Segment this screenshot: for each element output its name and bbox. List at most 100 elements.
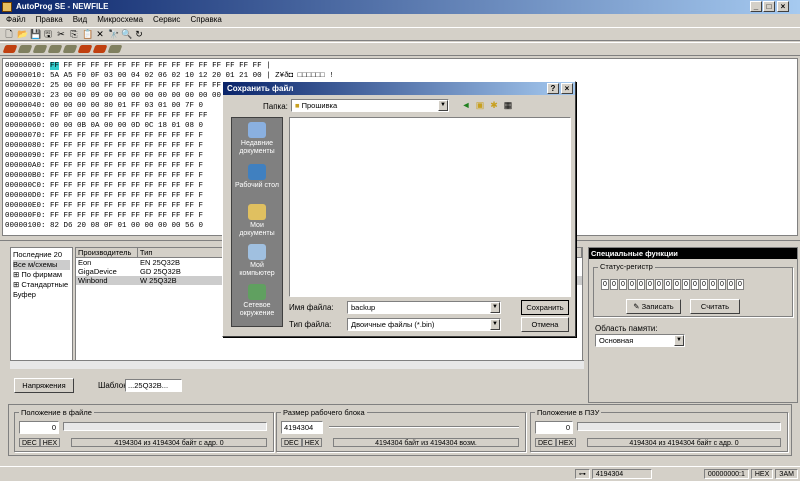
hex-bytes[interactable]: FF FF FF FF FF FF FF FF FF FF FF F xyxy=(50,162,203,170)
hex-bytes[interactable]: 5A A5 F0 0F 03 00 04 02 06 02 10 12 20 0… xyxy=(50,72,262,80)
status-bit[interactable]: 0 xyxy=(601,279,609,290)
delete-icon[interactable]: ✕ xyxy=(95,29,105,39)
column-header-maker[interactable]: Производитель xyxy=(76,248,138,257)
view-menu-icon[interactable]: ▦ xyxy=(503,100,513,110)
rom-position-slider[interactable] xyxy=(577,422,781,431)
status-bit[interactable]: 0 xyxy=(709,279,717,290)
template-field[interactable]: ...25Q32B... xyxy=(125,379,182,392)
rom-position-input[interactable]: 0 xyxy=(535,421,573,434)
tree-item-by-maker[interactable]: ⊞ По фирмам xyxy=(13,270,70,280)
hex-bytes[interactable]: FF FF FF FF FF FF FF FF FF FF FF F xyxy=(50,212,203,220)
hex-toggle[interactable]: HEX xyxy=(301,438,323,447)
folder-select[interactable]: ■ Прошивка ▼ xyxy=(291,99,449,112)
hex-row[interactable]: 00000010: 5A A5 F0 0F 03 00 04 02 06 02 … xyxy=(5,71,795,81)
dec-toggle[interactable]: DEC xyxy=(19,438,40,447)
back-icon[interactable]: ◄ xyxy=(461,100,471,110)
status-bit[interactable]: 0 xyxy=(673,279,681,290)
tree-item-buffer[interactable]: Буфер xyxy=(13,290,70,300)
dialog-close-button[interactable]: × xyxy=(561,83,573,94)
write-button[interactable]: ✎ Записать xyxy=(626,299,681,314)
chevron-down-icon[interactable]: ▼ xyxy=(490,319,500,330)
hex-bytes[interactable]: 82 D6 20 08 0F 01 00 00 00 00 56 0 xyxy=(50,222,203,230)
block-size-slider[interactable] xyxy=(329,426,519,428)
hex-bytes[interactable]: FF FF FF FF FF FF FF FF FF FF FF F xyxy=(50,202,203,210)
find-icon[interactable]: 🔭 xyxy=(108,29,119,39)
voltage-button[interactable]: Напряжения xyxy=(14,378,74,393)
chevron-down-icon[interactable]: ▼ xyxy=(438,100,448,111)
new-file-icon[interactable]: 🗋 xyxy=(4,29,14,39)
status-bit[interactable]: 0 xyxy=(664,279,672,290)
dec-toggle[interactable]: DEC xyxy=(281,438,302,447)
hex-bytes[interactable]: FF FF FF FF FF FF FF FF FF FF FF F xyxy=(50,172,203,180)
place-network[interactable]: Сетевое окружение xyxy=(232,284,282,318)
hex-bytes[interactable]: FF 0F 00 00 FF FF FF FF FF FF FF FF xyxy=(50,112,208,120)
place-my-computer[interactable]: Мой компьютер xyxy=(232,244,282,278)
cut-icon[interactable]: ✂ xyxy=(56,29,66,39)
filetype-select[interactable]: Двоичные файлы (*.bin) ▼ xyxy=(347,318,501,331)
status-bit[interactable]: 0 xyxy=(637,279,645,290)
menu-file[interactable]: Файл xyxy=(4,14,28,26)
up-folder-icon[interactable]: ▣ xyxy=(475,100,485,110)
horizontal-scrollbar[interactable] xyxy=(10,360,584,369)
menu-chip[interactable]: Микросхема xyxy=(95,14,145,26)
chevron-down-icon[interactable]: ▼ xyxy=(674,335,684,346)
cancel-button[interactable]: Отмена xyxy=(521,317,569,332)
status-bit[interactable]: 0 xyxy=(727,279,735,290)
block-size-input[interactable]: 4194304 xyxy=(281,421,323,434)
copy-icon[interactable]: ⎘ xyxy=(69,29,79,39)
close-button[interactable]: × xyxy=(777,1,789,12)
status-bit[interactable]: 0 xyxy=(628,279,636,290)
hex-bytes[interactable]: FF FF FF FF FF FF FF FF FF FF FF F xyxy=(50,142,203,150)
new-folder-icon[interactable]: ✱ xyxy=(489,100,499,110)
help-button[interactable]: ? xyxy=(547,83,559,94)
stop-chip-icon[interactable] xyxy=(107,45,123,53)
status-bit[interactable]: 0 xyxy=(619,279,627,290)
save-file-icon[interactable]: 💾 xyxy=(30,29,41,39)
chevron-down-icon[interactable]: ▼ xyxy=(490,302,500,313)
paste-icon[interactable]: 📋 xyxy=(82,29,93,39)
place-recent[interactable]: Недавние документы xyxy=(232,122,282,156)
hex-row[interactable]: 00000000: FF FF FF FF FF FF FF FF FF FF … xyxy=(5,61,795,71)
status-bit[interactable]: 0 xyxy=(646,279,654,290)
status-bit[interactable]: 0 xyxy=(610,279,618,290)
place-desktop[interactable]: Рабочий стол xyxy=(232,164,282,190)
open-file-icon[interactable]: 📂 xyxy=(17,29,28,39)
menu-service[interactable]: Сервис xyxy=(151,14,182,26)
find-next-icon[interactable]: 🔍 xyxy=(121,29,132,39)
program-chip-icon[interactable] xyxy=(62,45,78,53)
hex-toggle[interactable]: HEX xyxy=(555,438,577,447)
menu-help[interactable]: Справка xyxy=(188,14,223,26)
save-button[interactable]: Сохранить xyxy=(521,300,569,315)
status-bit[interactable]: 0 xyxy=(682,279,690,290)
erase-chip-icon[interactable] xyxy=(47,45,63,53)
hex-bytes[interactable]: FF FF FF FF FF FF FF FF FF FF FF FF FF F… xyxy=(50,62,262,70)
save-as-icon[interactable]: 🖫 xyxy=(43,29,53,39)
read-chip-icon[interactable] xyxy=(2,45,18,53)
maximize-button[interactable]: □ xyxy=(763,1,775,12)
read-button[interactable]: Считать xyxy=(690,299,740,314)
hex-toggle[interactable]: HEX xyxy=(39,438,61,447)
protect-chip-icon[interactable] xyxy=(77,45,93,53)
goto-icon[interactable]: ↻ xyxy=(134,29,144,39)
file-list[interactable] xyxy=(289,117,571,297)
status-bit[interactable]: 0 xyxy=(736,279,744,290)
file-position-input[interactable]: 0 xyxy=(19,421,59,434)
hex-bytes[interactable]: FF FF FF FF FF FF FF FF FF FF FF F xyxy=(50,152,203,160)
place-my-documents[interactable]: Мои документы xyxy=(232,204,282,238)
status-bit[interactable]: 0 xyxy=(718,279,726,290)
status-bit[interactable]: 0 xyxy=(691,279,699,290)
hex-bytes[interactable]: FF FF FF FF FF FF FF FF FF FF FF F xyxy=(50,192,203,200)
tree-item-recent[interactable]: Последние 20 xyxy=(13,250,70,260)
hex-bytes[interactable]: 00 00 00 00 80 01 FF 03 01 00 7F 0 xyxy=(50,102,203,110)
menu-edit[interactable]: Правка xyxy=(34,14,65,26)
menu-view[interactable]: Вид xyxy=(71,14,89,26)
verify-chip-icon[interactable] xyxy=(17,45,33,53)
minimize-button[interactable]: _ xyxy=(750,1,762,12)
tree-item-standard[interactable]: ⊞ Стандартные xyxy=(13,280,70,290)
status-bit[interactable]: 0 xyxy=(700,279,708,290)
dec-toggle[interactable]: DEC xyxy=(535,438,556,447)
memory-area-select[interactable]: Основная ▼ xyxy=(595,334,685,347)
hex-bytes[interactable]: FF FF FF FF FF FF FF FF FF FF FF F xyxy=(50,132,203,140)
file-position-slider[interactable] xyxy=(63,422,267,431)
tree-item-all[interactable]: Все м/схемы xyxy=(13,260,70,270)
